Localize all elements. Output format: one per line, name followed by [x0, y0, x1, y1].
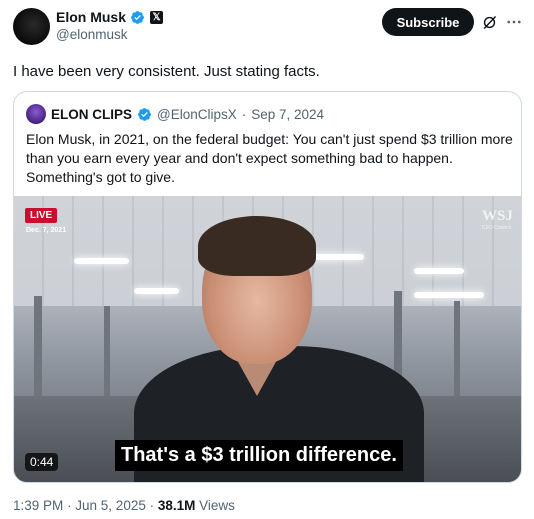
quote-text: Elon Musk, in 2021, on the federal budge…: [26, 131, 513, 185]
author-name[interactable]: Elon Musk: [56, 9, 126, 25]
quote-author-name[interactable]: ELON CLIPS: [51, 107, 132, 122]
factory-pillar: [454, 301, 460, 401]
factory-pillar: [104, 306, 110, 406]
subscribe-button[interactable]: Subscribe: [382, 8, 474, 36]
x-affiliation-icon: 𝕏: [150, 10, 164, 24]
factory-pillar: [34, 296, 42, 406]
author-handle[interactable]: @elonmusk: [56, 27, 127, 42]
grok-icon[interactable]: [481, 14, 498, 31]
quote-separator: ·: [241, 106, 247, 122]
quote-author-avatar[interactable]: [26, 104, 46, 124]
video-player[interactable]: LIVE Dec. 7, 2021 WSJ CEO Council That's…: [14, 196, 521, 482]
video-duration: 0:44: [25, 453, 59, 471]
quote-author-handle[interactable]: @ElonClipsX: [157, 107, 237, 122]
more-icon[interactable]: [505, 13, 523, 31]
views-label: Views: [195, 498, 235, 513]
wsj-logo: WSJ: [482, 208, 513, 224]
footer-separator: ·: [145, 498, 158, 513]
author-avatar[interactable]: [13, 8, 50, 45]
verified-badge-icon: [138, 107, 151, 121]
verified-badge-icon: [131, 10, 144, 24]
ceiling-light: [414, 292, 484, 298]
quote-tweet-card[interactable]: ELON CLIPS @ElonClipsX · Sep 7, 2024 Elo…: [13, 91, 522, 483]
footer-separator: ·: [63, 498, 76, 513]
video-caption: That's a $3 trillion difference.: [115, 440, 403, 471]
tweet-footer: 1:39 PM · Jun 5, 2025 · 38.1M Views: [13, 498, 235, 513]
quote-date[interactable]: Sep 7, 2024: [251, 107, 324, 122]
ceiling-light: [74, 258, 129, 264]
quote-header: ELON CLIPS @ElonClipsX · Sep 7, 2024: [26, 104, 324, 124]
views-count: 38.1M: [157, 498, 196, 513]
author-name-row: Elon Musk 𝕏: [56, 8, 164, 26]
person-hair: [198, 216, 316, 276]
ceiling-light: [134, 288, 179, 294]
tweet-time[interactable]: 1:39 PM: [13, 498, 63, 513]
wsj-sub-label: CEO Council: [482, 225, 511, 231]
video-date-label: Dec. 7, 2021: [26, 227, 67, 234]
ceiling-light: [414, 268, 464, 274]
tweet-date[interactable]: Jun 5, 2025: [75, 498, 146, 513]
tweet-text: I have been very consistent. Just statin…: [13, 63, 320, 80]
live-badge: LIVE: [25, 208, 58, 223]
